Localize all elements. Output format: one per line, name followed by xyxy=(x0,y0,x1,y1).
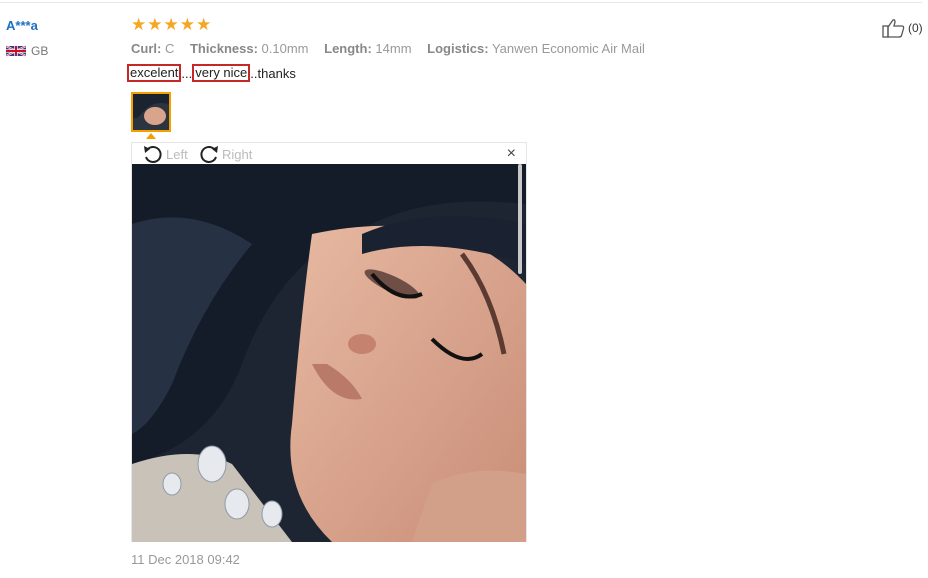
rating-stars: ★ ★ ★ ★ ★ xyxy=(131,15,211,35)
attr-key: Curl: xyxy=(131,41,162,56)
star-icon: ★ xyxy=(163,15,179,34)
rotate-right-button[interactable]: Right xyxy=(198,144,252,164)
review-photo xyxy=(132,164,526,542)
rotate-left-icon xyxy=(144,146,162,164)
review-photo-image xyxy=(132,164,526,542)
review-highlight: very nice xyxy=(192,64,251,82)
uk-flag-icon xyxy=(6,45,26,57)
review-separator: ... xyxy=(181,65,193,81)
attr-value: 14mm xyxy=(375,41,412,56)
attr-value: 0.10mm xyxy=(261,41,309,56)
reviewer-name[interactable]: A***a xyxy=(6,18,38,33)
rotate-right-label: Right xyxy=(222,146,253,162)
review-separator: ..thanks xyxy=(250,65,296,81)
attr-value: Yanwen Economic Air Mail xyxy=(491,41,645,56)
country-code: GB xyxy=(31,44,49,58)
star-icon: ★ xyxy=(147,15,163,34)
attr-key: Thickness: xyxy=(189,41,258,56)
review-photo-thumbnail[interactable] xyxy=(131,92,171,132)
attr-key: Logistics: xyxy=(427,41,489,56)
star-icon: ★ xyxy=(131,15,147,34)
rotate-left-button[interactable]: Left xyxy=(142,144,188,164)
thumbnail-image xyxy=(133,94,169,130)
helpful-count: (0) xyxy=(908,21,923,35)
thumbs-up-icon xyxy=(882,19,905,38)
photo-viewer: Left Right × xyxy=(131,142,527,542)
product-attributes: Curl: C Thickness: 0.10mm Length: 14mm L… xyxy=(131,41,657,56)
review-text: excelent ... very nice ..thanks xyxy=(127,64,296,82)
helpful-button[interactable]: (0) xyxy=(882,18,923,38)
close-viewer-button[interactable]: × xyxy=(507,145,516,163)
rotate-left-label: Left xyxy=(166,146,188,162)
viewer-toolbar: Left Right × xyxy=(132,143,526,164)
attr-key: Length: xyxy=(324,41,372,56)
review-date: 11 Dec 2018 09:42 xyxy=(131,552,240,567)
reviewer-country: GB xyxy=(6,44,48,58)
star-icon: ★ xyxy=(196,15,212,34)
review-highlight: excelent xyxy=(127,64,182,82)
star-icon: ★ xyxy=(179,15,195,34)
attr-value: C xyxy=(164,41,175,56)
rotate-right-icon xyxy=(200,146,218,164)
thumbnail-pointer xyxy=(146,133,156,139)
top-divider xyxy=(0,2,922,3)
